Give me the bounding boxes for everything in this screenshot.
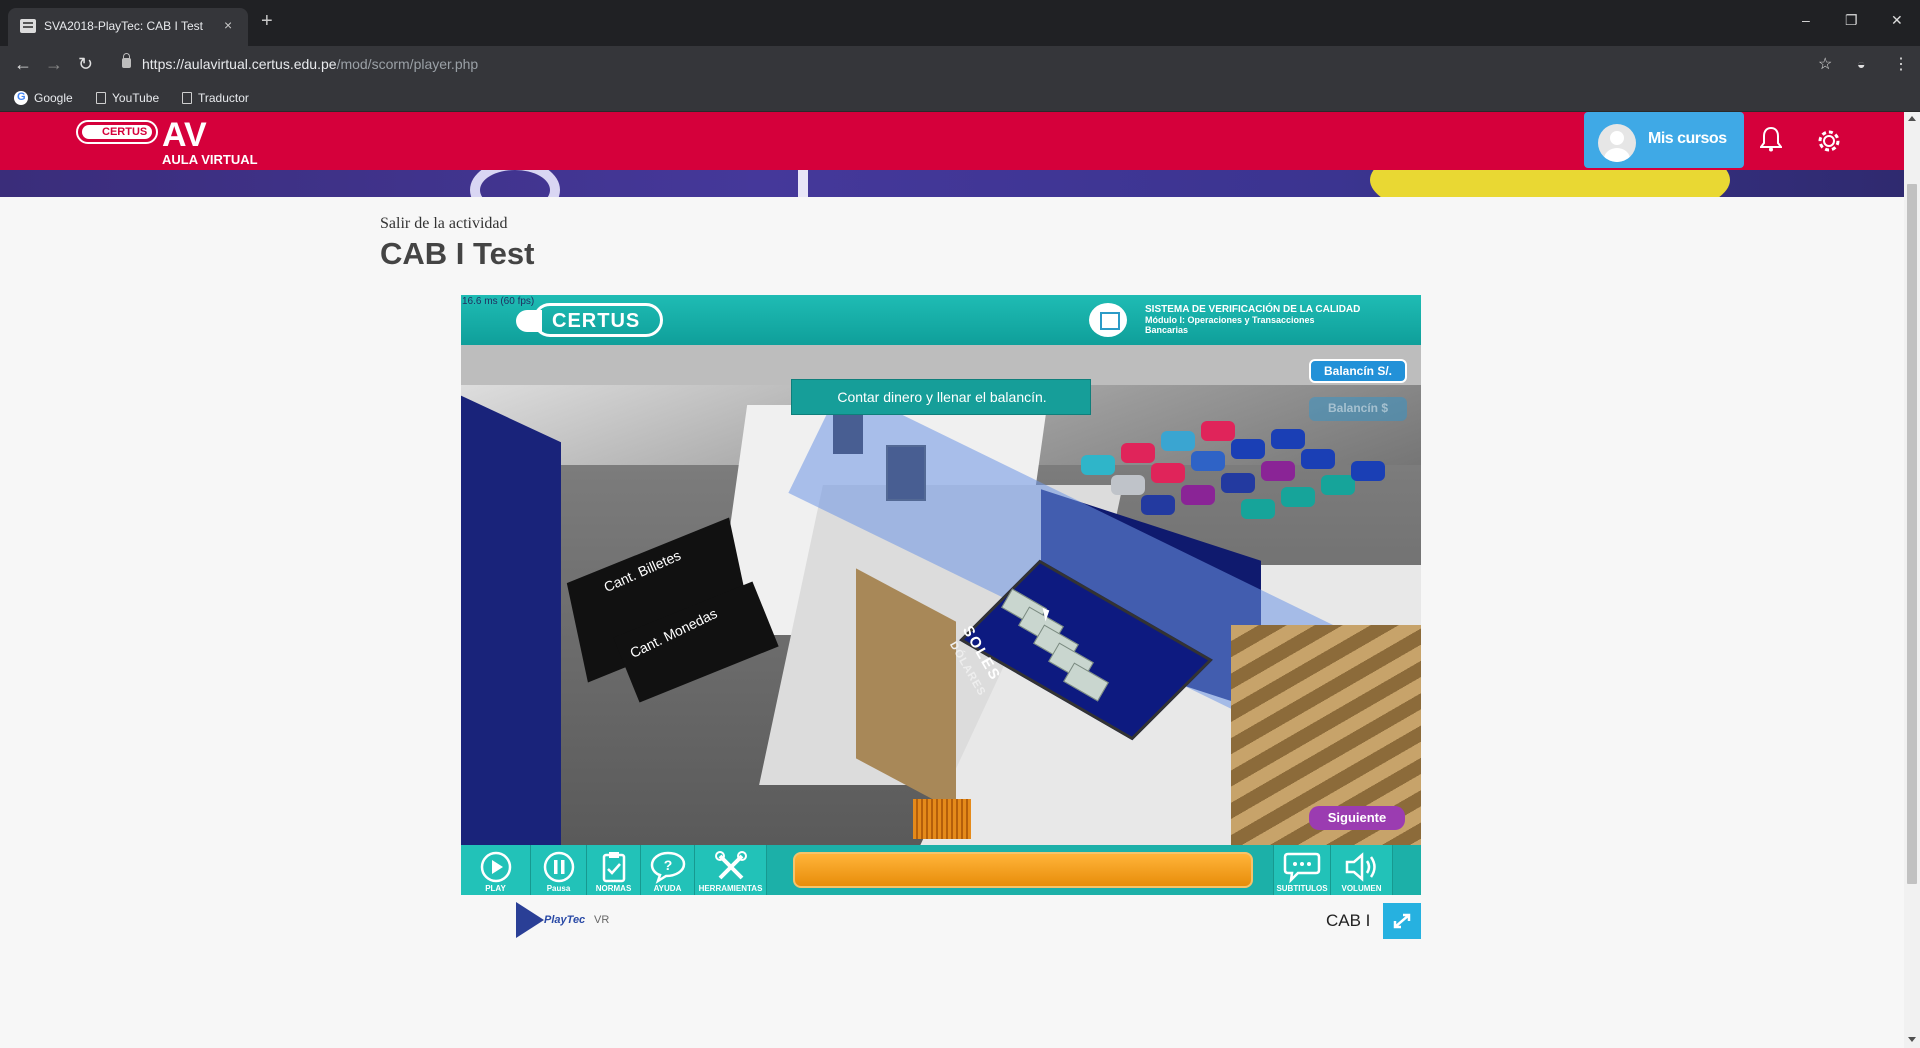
restore-button[interactable]: ❐ xyxy=(1845,12,1858,29)
system-title-line2: Módulo I: Operaciones y Transacciones xyxy=(1145,315,1315,325)
forward-icon[interactable]: → xyxy=(45,54,63,75)
fps-counter: 16.6 ms (60 fps) xyxy=(462,296,535,307)
minimize-button[interactable]: – xyxy=(1802,12,1810,28)
play-button[interactable]: PLAY xyxy=(461,845,531,895)
quality-system-icon xyxy=(1089,303,1127,337)
back-icon[interactable]: ← xyxy=(14,54,32,75)
scroll-up-icon[interactable] xyxy=(1908,116,1916,121)
subtitulos-button[interactable]: SUBTITULOS xyxy=(1273,845,1331,895)
blue-wall xyxy=(461,367,561,845)
url-host: https://aulavirtual.certus.edu.pe xyxy=(142,56,337,72)
browser-tab-strip: SVA2018-PlayTec: CAB I Test × + – ❐ ✕ xyxy=(0,0,1920,46)
loading-stripes xyxy=(913,799,971,839)
reload-icon[interactable]: ↻ xyxy=(78,54,93,75)
exit-activity-link[interactable]: Salir de la actividad xyxy=(380,215,508,233)
bank-3d-scene[interactable]: Cant. Billetes Cant. Monedas SOLES DÓLAR… xyxy=(461,345,1421,845)
clipboard-icon xyxy=(602,852,625,883)
lock-icon xyxy=(122,53,131,68)
game-header: CERTUS SISTEMA DE VERIFICACIÓN DE LA CAL… xyxy=(461,295,1421,345)
site-header: CERTUS AV AULA VIRTUAL Mis cursos xyxy=(0,112,1904,170)
page-scrollbar[interactable] xyxy=(1904,112,1920,1048)
volumen-button[interactable]: VOLUMEN xyxy=(1331,845,1393,895)
ayuda-button[interactable]: ? AYUDA xyxy=(641,845,695,895)
game-certus-logo: CERTUS xyxy=(516,303,663,337)
balancin-dolares-button[interactable]: Balancín $ xyxy=(1309,397,1407,421)
bookmark-traductor[interactable]: Traductor xyxy=(182,91,249,105)
playtec-play-icon xyxy=(516,902,544,938)
incognito-icon[interactable]: ◒ xyxy=(1857,56,1865,72)
volume-icon xyxy=(1345,852,1376,882)
tab-favicon-icon xyxy=(20,19,36,33)
logo-subtitle: AULA VIRTUAL xyxy=(162,152,258,167)
balancin-soles-button[interactable]: Balancín S/. xyxy=(1309,359,1407,383)
gear-icon[interactable] xyxy=(1814,126,1844,156)
fullscreen-button[interactable] xyxy=(1383,903,1421,939)
header-banner-image xyxy=(0,170,1904,197)
siguiente-button[interactable]: Siguiente xyxy=(1309,806,1405,830)
system-title-line1: SISTEMA DE VERIFICACIÓN DE LA CALIDAD xyxy=(1145,304,1361,315)
mis-cursos-button[interactable]: Mis cursos xyxy=(1584,112,1744,168)
help-bubble-icon: ? xyxy=(650,851,685,884)
bookmark-star-icon[interactable]: ☆ xyxy=(1818,54,1832,74)
expand-icon xyxy=(1393,913,1411,929)
playtec-vr-logo: PlayTec VR xyxy=(516,902,609,938)
menu-kebab-icon[interactable]: ⋮ xyxy=(1893,54,1909,74)
page-title: CAB I Test xyxy=(380,236,535,271)
svg-text:?: ? xyxy=(663,857,672,873)
speech-bubble-icon xyxy=(1283,852,1321,884)
scroll-down-icon[interactable] xyxy=(1908,1037,1916,1042)
normas-button[interactable]: NORMAS xyxy=(587,845,641,895)
game-toolbar: PLAY Pausa NORMAS ? AYUDA HERRAMIENTAS S… xyxy=(461,845,1421,895)
herramientas-button[interactable]: HERRAMIENTAS xyxy=(695,845,767,895)
scorm-game-frame[interactable]: CERTUS SISTEMA DE VERIFICACIÓN DE LA CAL… xyxy=(461,295,1421,895)
system-title-line3: Bancarias xyxy=(1145,325,1189,335)
address-bar-row: ← → ↻ https://aulavirtual.certus.edu.pe/… xyxy=(0,46,1920,86)
logo-av-text: AV xyxy=(162,116,207,154)
page-icon xyxy=(96,92,106,104)
scroll-thumb[interactable] xyxy=(1907,184,1917,884)
bell-icon[interactable] xyxy=(1760,126,1782,152)
tools-icon xyxy=(714,851,747,880)
page-icon xyxy=(182,92,192,104)
new-tab-button[interactable]: + xyxy=(261,10,273,33)
tab-title: SVA2018-PlayTec: CAB I Test xyxy=(44,19,203,33)
google-icon xyxy=(14,91,28,105)
bookmark-google[interactable]: Google xyxy=(14,91,73,105)
play-icon xyxy=(480,851,511,883)
url-field[interactable]: https://aulavirtual.certus.edu.pe/mod/sc… xyxy=(120,50,1840,80)
url-path: /mod/scorm/player.php xyxy=(336,56,479,72)
progress-bar xyxy=(793,852,1253,888)
close-window-button[interactable]: ✕ xyxy=(1891,12,1903,29)
pause-icon xyxy=(543,851,574,883)
pause-button[interactable]: Pausa xyxy=(531,845,587,895)
certus-logo[interactable]: CERTUS xyxy=(76,120,158,144)
tab-close-button[interactable]: × xyxy=(224,17,232,33)
bookmarks-bar: Google YouTube Traductor xyxy=(0,86,1920,112)
activity-caption: CAB I xyxy=(1326,911,1371,930)
instruction-box: Contar dinero y llenar el balancín. xyxy=(791,379,1091,415)
browser-tab[interactable]: SVA2018-PlayTec: CAB I Test × xyxy=(8,8,248,46)
bookmark-youtube[interactable]: YouTube xyxy=(96,91,159,105)
avatar xyxy=(1598,124,1636,162)
